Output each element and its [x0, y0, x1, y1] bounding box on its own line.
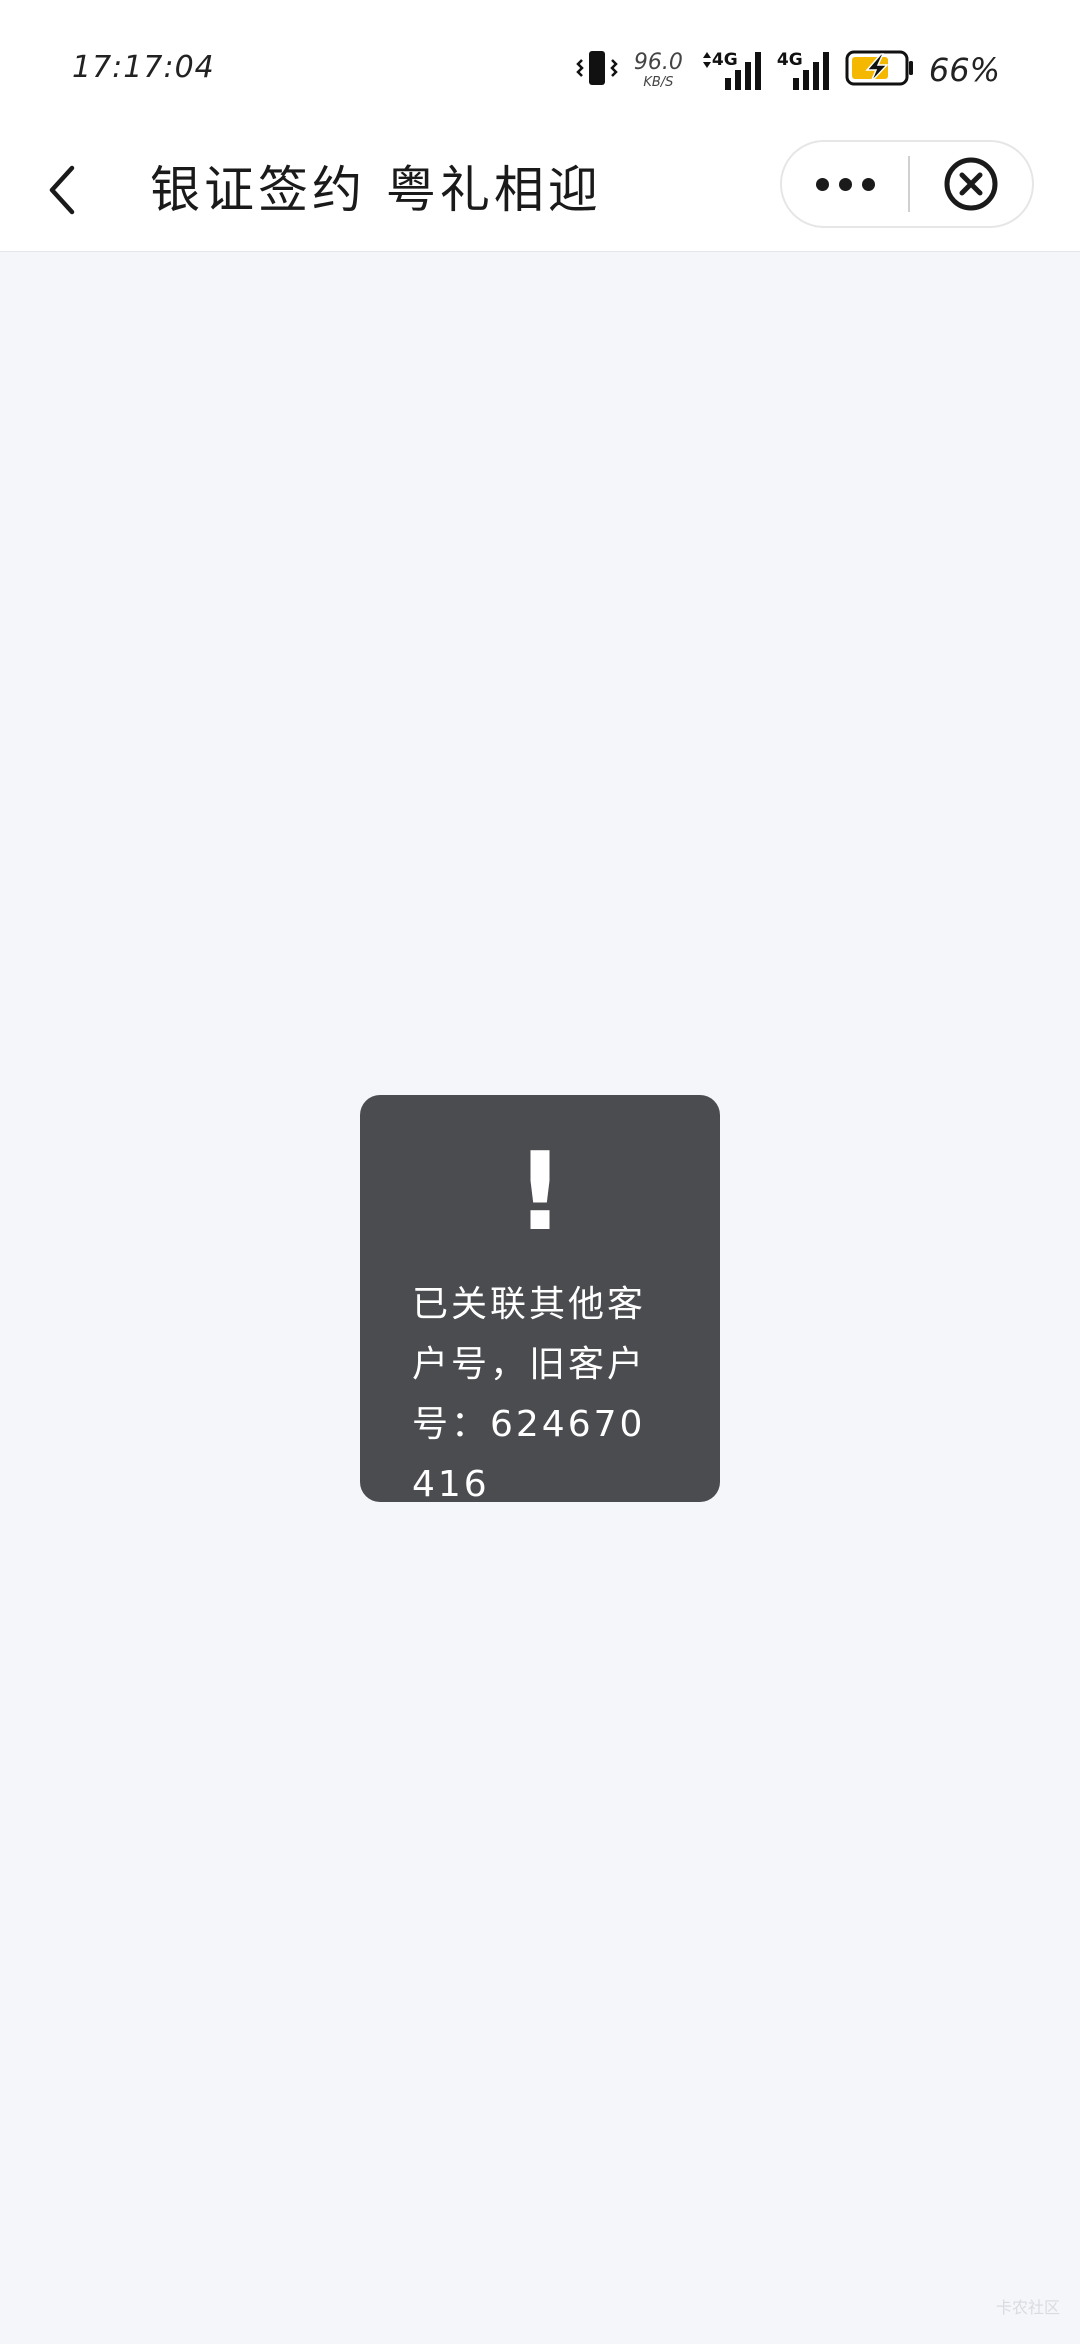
status-time: 17:17:04: [72, 50, 215, 85]
battery-percent: 66%: [928, 51, 1000, 89]
status-icons: 96.0 KB/S 4G 4G 66%: [576, 42, 1000, 98]
close-button[interactable]: [910, 142, 1032, 226]
vibrate-icon: [576, 48, 618, 92]
signal-2-label: 4G: [776, 50, 803, 70]
mini-program-capsule: [780, 140, 1034, 228]
signal-1-label: 4G: [711, 50, 738, 70]
more-icon: [811, 177, 880, 191]
signal-1-icon: 4G: [699, 48, 765, 92]
screen: 17:17:04 96.0 KB/S 4G 4G 66% 银证签约 粤礼相迎 !…: [0, 0, 1080, 2344]
exclamation-icon: !: [515, 1130, 565, 1255]
watermark: 卡农社区: [995, 2298, 1060, 2317]
back-button[interactable]: [32, 158, 92, 222]
more-button[interactable]: [782, 142, 908, 226]
close-circle-icon: [944, 157, 998, 211]
nav-bar: 银证签约 粤礼相迎: [0, 130, 1080, 252]
chevron-left-icon: [49, 165, 75, 215]
error-toast: ! 已关联其他客户号，旧客户号：624670416: [360, 1095, 720, 1505]
network-speed-unit: KB/S: [643, 74, 674, 90]
network-speed: 96.0 KB/S: [633, 49, 683, 90]
signal-2-icon: 4G: [777, 48, 833, 92]
battery-icon: [845, 48, 915, 92]
page-title: 银证签约 粤礼相迎: [150, 161, 602, 219]
network-speed-value: 96.0: [633, 49, 683, 75]
status-bar: 17:17:04 96.0 KB/S 4G 4G 66%: [0, 0, 1080, 130]
toast-message: 已关联其他客户号，旧客户号：624670416: [412, 1284, 647, 1505]
